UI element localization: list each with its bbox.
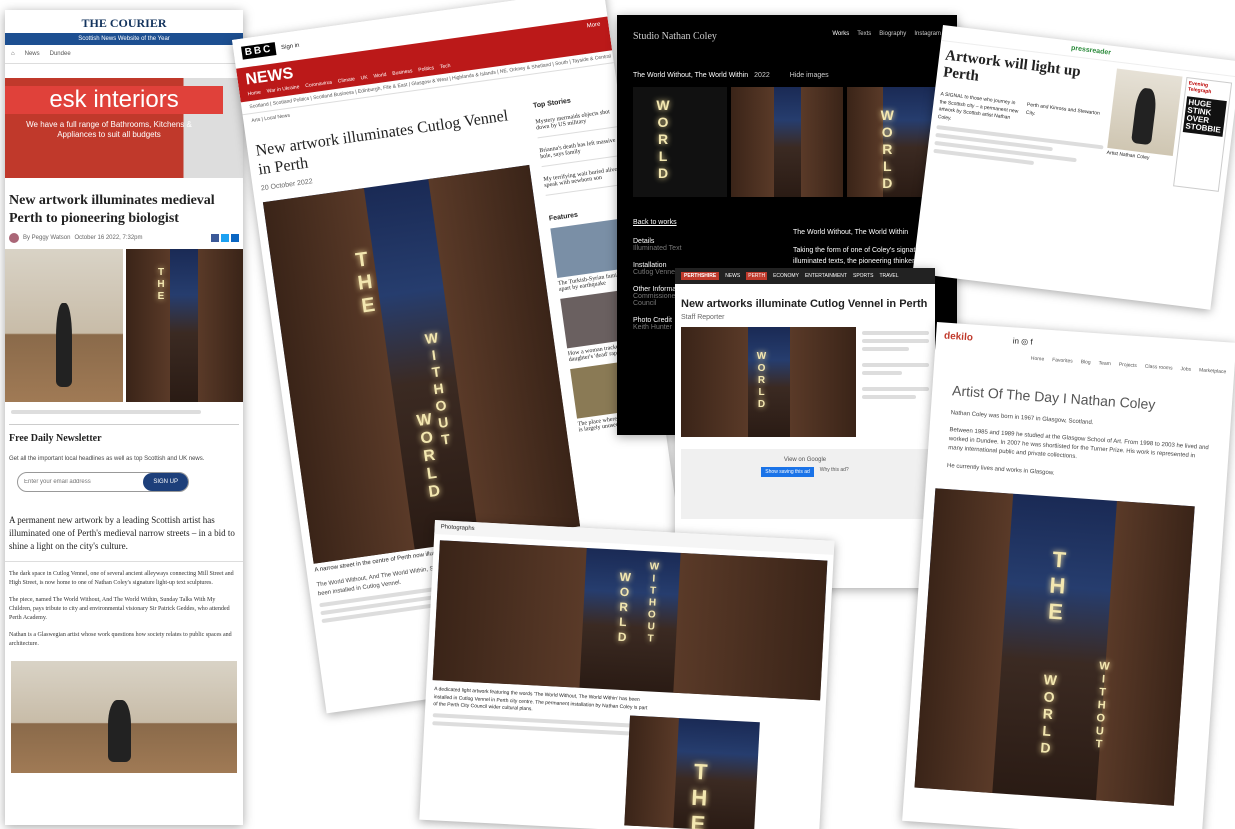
- bbc-logo[interactable]: BBC: [241, 42, 277, 60]
- ad-google-label: View on Google: [783, 457, 827, 463]
- ad-show-button[interactable]: Show saving this ad: [761, 467, 814, 477]
- bbc-nav-home[interactable]: Home: [247, 90, 261, 98]
- article-para-2: The piece, named The World Without, And …: [9, 597, 230, 622]
- photo-word-the: THE: [1042, 546, 1073, 626]
- dekilo-alley-photo[interactable]: THE WORLD WITHOUT: [914, 488, 1195, 806]
- newsletter-text: Get all the important local headlines as…: [9, 456, 205, 462]
- ad-banner[interactable]: esk interiors We have a full range of Ba…: [5, 78, 243, 178]
- bbc-nav-world[interactable]: World: [373, 72, 387, 80]
- social-icons[interactable]: in ◎ f: [1012, 336, 1032, 346]
- nav-dundee[interactable]: Dundee: [50, 51, 71, 57]
- dekilo-card: dekilo in ◎ f Home Favorites Blog Team P…: [902, 322, 1235, 829]
- photo-word-world-2: WORLD: [879, 107, 896, 192]
- back-to-works-link[interactable]: Back to works: [633, 219, 763, 226]
- bbc-nav-climate[interactable]: Climate: [338, 76, 356, 84]
- newsletter-title: Free Daily Newsletter: [9, 433, 102, 444]
- photo-word-world: WORLD: [655, 97, 671, 182]
- studio-photo-1[interactable]: WORLD: [633, 87, 727, 197]
- work-title: The World Without, The World Within: [633, 72, 749, 79]
- paper-title: Evening Telegraph: [1187, 80, 1212, 96]
- courier-strap: Scottish News Website of the Year: [5, 33, 243, 45]
- local-nav-news[interactable]: NEWS: [725, 273, 740, 279]
- home-icon[interactable]: ⌂: [11, 51, 15, 57]
- bbc-nav-tech[interactable]: Tech: [440, 63, 451, 70]
- details-heading: Details: [633, 238, 655, 245]
- ad-why-button[interactable]: Why this ad?: [820, 467, 849, 477]
- studio-nav-instagram[interactable]: Instagram: [914, 31, 941, 42]
- dekilo-nav-home[interactable]: Home: [1031, 356, 1045, 363]
- studio-photo-2[interactable]: [730, 87, 844, 197]
- article-para-1: The dark space in Cutlog Vennel, one of …: [9, 571, 234, 587]
- courier-masthead[interactable]: THE COURIER: [5, 16, 243, 31]
- top-story-3[interactable]: My terrifying wait buried alive to speak…: [543, 165, 627, 196]
- portrait-alley-photo[interactable]: THE: [624, 715, 760, 829]
- local-nav-sports[interactable]: SPORTS: [853, 273, 873, 279]
- bbc-nav-coronavirus[interactable]: Coronavirus: [305, 80, 333, 90]
- ad-text: We have a full range of Bathrooms, Kitch…: [26, 120, 192, 140]
- photo-word-the: THE: [684, 758, 714, 829]
- pressreader-col-2: Perth and Kinross and Stewarton City.: [1025, 101, 1101, 117]
- local-nav-travel[interactable]: TRAVEL: [879, 273, 898, 279]
- courier-headline: New artwork illuminates medieval Perth t…: [9, 193, 215, 226]
- signin-link[interactable]: Sign in: [281, 42, 300, 50]
- work-year: 2022: [754, 72, 770, 79]
- evening-telegraph-thumb[interactable]: Evening Telegraph HUGE STINK OVER STOBBI…: [1173, 77, 1233, 192]
- photo-word-world: WORLD: [614, 569, 633, 646]
- bbc-alley-photo[interactable]: THE WITHOUT WORLD: [262, 165, 581, 565]
- avatar: [9, 233, 19, 243]
- pressreader-logo[interactable]: pressreader: [1071, 45, 1112, 57]
- gallery-photo-2[interactable]: [11, 661, 237, 774]
- dekilo-nav-blog[interactable]: Blog: [1080, 359, 1090, 366]
- dekilo-nav-projects[interactable]: Projects: [1119, 362, 1137, 369]
- article-para-3: Nathan is a Glaswegian artist whose work…: [9, 632, 232, 648]
- photo-article-card: Photographs WORLD WITHOUT A dedicated li…: [419, 520, 835, 829]
- local-author[interactable]: Staff Reporter: [675, 314, 935, 321]
- local-brand[interactable]: PERTHSHIRE: [681, 272, 720, 280]
- local-nav-economy[interactable]: ECONOMY: [773, 273, 799, 279]
- promo-stobbie: STOBBIE: [1184, 121, 1222, 135]
- pressreader-card: pressreader Artwork will light up Perth …: [912, 25, 1235, 310]
- studio-nav-works[interactable]: Works: [832, 31, 849, 42]
- top-stories-heading: Top Stories: [532, 97, 572, 110]
- dekilo-nav-jobs[interactable]: Jobs: [1180, 366, 1191, 373]
- ad-slot[interactable]: View on Google Show saving this ad Why t…: [681, 449, 929, 519]
- hide-images-toggle[interactable]: Hide images: [790, 72, 829, 79]
- bbc-nav-business[interactable]: Business: [392, 68, 413, 77]
- share-icons[interactable]: [211, 234, 239, 242]
- studio-brand[interactable]: Studio Nathan Coley: [633, 31, 717, 42]
- local-headline: New artworks illuminate Cutlog Vennel in…: [681, 298, 928, 310]
- ad-title: esk interiors: [5, 86, 223, 114]
- alley-photo[interactable]: THE: [125, 249, 243, 402]
- email-field[interactable]: [18, 479, 144, 485]
- bbc-nav-uk[interactable]: UK: [360, 75, 368, 82]
- studio-nav-texts[interactable]: Texts: [857, 31, 871, 42]
- studio-nav-biography[interactable]: Biography: [879, 31, 906, 42]
- wide-alley-photo[interactable]: WORLD WITHOUT: [432, 540, 828, 701]
- photo-word-world: WORLD: [1036, 671, 1059, 758]
- pressreader-col-1: A SIGNAL to those who journey in the Sco…: [937, 91, 1019, 122]
- more-menu[interactable]: More: [586, 22, 602, 42]
- local-alley-photo[interactable]: WORLD: [681, 327, 856, 437]
- photo-word-without: WITHOUT: [644, 561, 661, 646]
- local-nav-perth[interactable]: PERTH: [746, 272, 768, 280]
- artist-portrait[interactable]: [1107, 68, 1183, 156]
- signup-button[interactable]: SIGN UP: [143, 473, 188, 491]
- dekilo-logo[interactable]: dekilo: [944, 331, 974, 344]
- gallery-photo[interactable]: [5, 249, 123, 402]
- top-story-2[interactable]: Brianna's death has left massive hole, s…: [539, 136, 623, 168]
- local-nav-entertainment[interactable]: ENTERTAINMENT: [805, 273, 847, 279]
- details-value: Illuminated Text: [633, 245, 682, 252]
- article-lead: A permanent new artwork by a leading Sco…: [5, 492, 243, 563]
- byline[interactable]: By Peggy Watson: [23, 235, 70, 241]
- photo-word-the: THE: [155, 267, 167, 303]
- top-story-1[interactable]: Mystery mermaids objects shot down by US…: [535, 108, 619, 139]
- bbc-nav-politics[interactable]: Politics: [418, 65, 435, 73]
- courier-article-card: THE COURIER Scottish News Website of the…: [5, 10, 243, 825]
- photo-word-world: WORLD: [756, 351, 767, 411]
- dekilo-nav-team[interactable]: Team: [1098, 360, 1111, 367]
- nav-news[interactable]: News: [25, 51, 40, 57]
- article-date: October 16 2022, 7:32pm: [74, 235, 143, 241]
